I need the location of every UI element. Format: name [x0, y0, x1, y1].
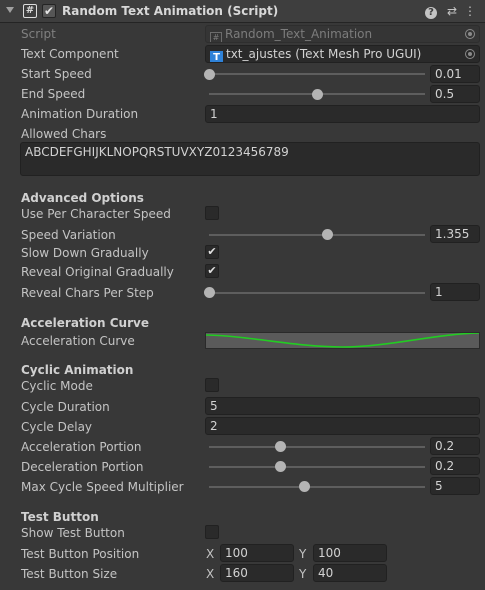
position-y-input[interactable]: 100: [313, 544, 387, 562]
context-menu-icon[interactable]: ⋮: [462, 3, 478, 19]
animation-duration-label: Animation Duration: [21, 107, 139, 121]
animation-duration-input[interactable]: 1: [205, 105, 480, 123]
reveal-chars-slider-track[interactable]: [209, 292, 425, 294]
check-icon: ✔: [44, 4, 55, 18]
script-field: # Random_Text_Animation: [205, 25, 480, 43]
max-cycle-speed-label: Max Cycle Speed Multiplier: [21, 480, 184, 494]
speed-variation-slider-track[interactable]: [209, 234, 425, 236]
help-icon[interactable]: ?: [423, 3, 439, 19]
script-file-icon: #: [210, 32, 222, 42]
position-x-input[interactable]: 100: [220, 544, 294, 562]
cycle-duration-input[interactable]: 5: [205, 397, 480, 415]
script-icon: #: [23, 4, 37, 18]
acceleration-curve-field[interactable]: [205, 332, 480, 349]
reveal-chars-slider-thumb[interactable]: [203, 287, 215, 298]
allowed-chars-textarea[interactable]: ABCDEFGHIJKLNOPQRSTUVXYZ0123456789: [20, 142, 480, 176]
reveal-original-checkbox[interactable]: ✔: [205, 264, 219, 278]
acceleration-portion-label: Acceleration Portion: [21, 440, 142, 454]
test-button-position-label: Test Button Position: [21, 547, 140, 561]
script-value: Random_Text_Animation: [225, 27, 373, 41]
test-button-heading: Test Button: [21, 510, 99, 524]
curve-preview: [206, 333, 479, 348]
end-speed-slider-thumb[interactable]: [311, 89, 323, 100]
acceleration-portion-input[interactable]: 0.2: [430, 437, 480, 455]
size-y-label: Y: [299, 567, 307, 581]
cyclic-mode-checkbox[interactable]: [205, 378, 219, 392]
cycle-duration-label: Cycle Duration: [21, 400, 110, 414]
end-speed-input[interactable]: 0.5: [430, 85, 480, 103]
text-mesh-pro-icon: T: [210, 51, 223, 62]
cycle-delay-input[interactable]: 2: [205, 417, 480, 435]
presets-icon[interactable]: ⇄: [444, 3, 460, 19]
acceleration-curve-heading: Acceleration Curve: [21, 316, 149, 330]
size-x-label: X: [206, 567, 215, 581]
fold-triangle-icon[interactable]: [6, 7, 14, 13]
advanced-options-heading: Advanced Options: [21, 191, 144, 205]
deceleration-portion-label: Deceleration Portion: [21, 460, 144, 474]
deceleration-portion-input[interactable]: 0.2: [430, 457, 480, 475]
start-speed-slider-thumb[interactable]: [203, 69, 215, 80]
start-speed-label: Start Speed: [21, 67, 92, 81]
max-cycle-speed-slider-track[interactable]: [209, 486, 425, 488]
end-speed-label: End Speed: [21, 87, 86, 101]
cycle-delay-label: Cycle Delay: [21, 420, 93, 434]
position-x-label: X: [206, 547, 215, 561]
acceleration-portion-slider-thumb[interactable]: [274, 441, 286, 452]
speed-variation-input[interactable]: 1.355: [430, 225, 480, 243]
deceleration-portion-slider-track[interactable]: [209, 466, 425, 468]
component-title: Random Text Animation (Script): [62, 4, 279, 18]
script-label: Script: [21, 27, 56, 41]
speed-variation-label: Speed Variation: [21, 228, 116, 242]
cyclic-animation-heading: Cyclic Animation: [21, 363, 134, 377]
enable-checkbox[interactable]: ✔: [42, 4, 56, 18]
text-component-field[interactable]: Ttxt_ajustes (Text Mesh Pro UGUI): [205, 45, 480, 63]
start-speed-input[interactable]: 0.01: [430, 65, 480, 83]
use-per-char-speed-checkbox[interactable]: [205, 206, 219, 220]
deceleration-portion-slider-thumb[interactable]: [274, 461, 286, 472]
size-x-input[interactable]: 160: [220, 564, 294, 582]
use-per-char-speed-label: Use Per Character Speed: [21, 207, 171, 221]
show-test-button-label: Show Test Button: [21, 526, 125, 540]
allowed-chars-label: Allowed Chars: [21, 127, 107, 141]
size-y-input[interactable]: 40: [313, 564, 387, 582]
max-cycle-speed-input[interactable]: 5: [430, 477, 480, 495]
slow-down-checkbox[interactable]: ✔: [205, 245, 219, 259]
object-picker-icon: [465, 29, 475, 39]
text-component-label: Text Component: [21, 47, 119, 61]
acceleration-portion-slider-track[interactable]: [209, 446, 425, 448]
cyclic-mode-label: Cyclic Mode: [21, 379, 93, 393]
acceleration-curve-label: Acceleration Curve: [21, 334, 135, 348]
show-test-button-checkbox[interactable]: [205, 525, 219, 539]
reveal-chars-label: Reveal Chars Per Step: [21, 286, 154, 300]
text-component-value: txt_ajustes (Text Mesh Pro UGUI): [226, 47, 422, 61]
max-cycle-speed-slider-thumb[interactable]: [298, 481, 310, 492]
curve-line: [206, 333, 479, 348]
component-header[interactable]: # ✔ Random Text Animation (Script) ? ⇄ ⋮: [0, 0, 485, 23]
position-y-label: Y: [299, 547, 307, 561]
reveal-original-label: Reveal Original Gradually: [21, 265, 174, 279]
speed-variation-slider-thumb[interactable]: [322, 229, 334, 240]
object-picker-icon[interactable]: [465, 49, 475, 59]
test-button-size-label: Test Button Size: [21, 567, 118, 581]
reveal-chars-input[interactable]: 1: [430, 283, 480, 301]
start-speed-slider-track[interactable]: [209, 73, 425, 75]
slow-down-label: Slow Down Gradually: [21, 246, 149, 260]
